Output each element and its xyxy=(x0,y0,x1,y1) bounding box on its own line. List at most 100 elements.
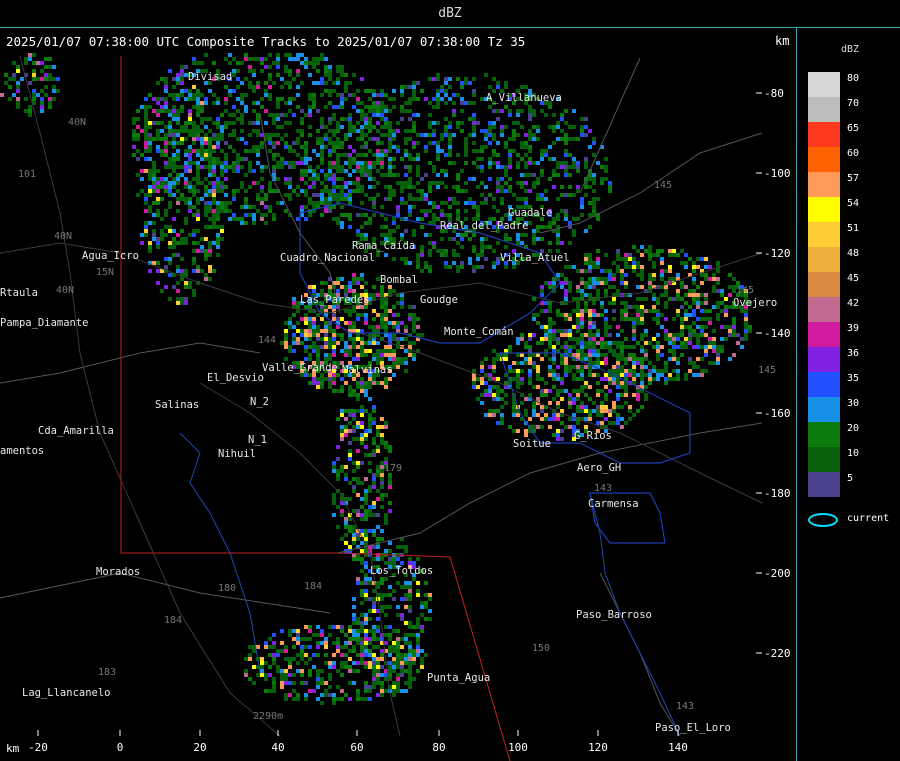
echo-cell xyxy=(156,185,160,189)
echo-cell xyxy=(688,257,692,261)
echo-cell xyxy=(168,121,172,125)
echo-cell xyxy=(564,365,568,369)
echo-cell xyxy=(580,281,584,285)
echo-cell xyxy=(412,141,416,145)
echo-cell xyxy=(744,321,748,325)
echo-cell xyxy=(188,181,192,185)
echo-cell xyxy=(576,369,580,373)
echo-cell xyxy=(328,201,332,205)
echo-cell xyxy=(304,65,308,69)
echo-cell xyxy=(148,269,152,273)
echo-cell xyxy=(356,233,360,237)
echo-cell xyxy=(340,277,344,281)
echo-cell xyxy=(252,73,256,77)
echo-cell xyxy=(156,201,160,205)
echo-cell xyxy=(424,149,428,153)
echo-cell xyxy=(580,129,584,133)
echo-cell xyxy=(148,177,152,181)
echo-cell xyxy=(360,345,364,349)
echo-cell xyxy=(576,189,580,193)
echo-cell xyxy=(228,217,232,221)
echo-cell xyxy=(368,385,372,389)
echo-cell xyxy=(460,245,464,249)
echo-cell xyxy=(356,409,360,413)
echo-cell xyxy=(176,297,180,301)
echo-cell xyxy=(572,345,576,349)
echo-cell xyxy=(360,285,364,289)
echo-cell xyxy=(576,325,580,329)
echo-cell xyxy=(652,253,656,257)
echo-cell xyxy=(220,229,224,233)
echo-cell xyxy=(364,173,368,177)
radar-map[interactable]: DivisadA_VillanuevaGuadaleAgua_IcroRtaul… xyxy=(0,53,797,761)
echo-cell xyxy=(388,377,392,381)
echo-cell xyxy=(288,185,292,189)
echo-cell xyxy=(504,357,508,361)
echo-cell xyxy=(616,361,620,365)
echo-cell xyxy=(428,241,432,245)
echo-cell xyxy=(144,201,148,205)
echo-cell xyxy=(240,97,244,101)
echo-cell xyxy=(464,161,468,165)
echo-cell xyxy=(256,85,260,89)
echo-cell xyxy=(628,317,632,321)
echo-cell xyxy=(588,321,592,325)
echo-cell xyxy=(548,365,552,369)
echo-cell xyxy=(388,141,392,145)
echo-cell xyxy=(200,117,204,121)
echo-cell xyxy=(208,205,212,209)
echo-cell xyxy=(196,173,200,177)
echo-cell xyxy=(180,297,184,301)
echo-cell xyxy=(348,217,352,221)
echo-cell xyxy=(564,293,568,297)
echo-cell xyxy=(472,381,476,385)
unit-label-top: km xyxy=(775,34,790,48)
echo-cell xyxy=(376,109,380,113)
echo-cell xyxy=(188,205,192,209)
echo-cell xyxy=(732,317,736,321)
echo-cell xyxy=(624,273,628,277)
echo-cell xyxy=(688,289,692,293)
echo-cell xyxy=(172,169,176,173)
echo-cell xyxy=(700,373,704,377)
echo-cell xyxy=(344,137,348,141)
echo-cell xyxy=(656,317,660,321)
echo-cell xyxy=(336,81,340,85)
echo-cell xyxy=(576,161,580,165)
echo-cell xyxy=(396,173,400,177)
echo-cell xyxy=(648,377,652,381)
echo-cell xyxy=(132,121,136,125)
echo-cell xyxy=(272,61,276,65)
echo-cell xyxy=(180,257,184,261)
echo-cell xyxy=(484,373,488,377)
echo-cell xyxy=(164,89,168,93)
echo-cell xyxy=(676,369,680,373)
echo-cell xyxy=(592,349,596,353)
echo-cell xyxy=(216,117,220,121)
echo-cell xyxy=(220,165,224,169)
echo-cell xyxy=(176,233,180,237)
echo-cell xyxy=(220,189,224,193)
echo-cell xyxy=(164,109,168,113)
echo-cell xyxy=(564,213,568,217)
echo-cell xyxy=(468,101,472,105)
echo-cell xyxy=(712,305,716,309)
echo-cell xyxy=(196,161,200,165)
echo-cell xyxy=(408,117,412,121)
echo-cell xyxy=(396,365,400,369)
echo-cell xyxy=(504,145,508,149)
echo-cell xyxy=(384,153,388,157)
echo-cell xyxy=(296,309,300,313)
echo-cell xyxy=(456,201,460,205)
echo-cell xyxy=(276,117,280,121)
echo-cell xyxy=(388,345,392,349)
echo-cell xyxy=(236,97,240,101)
echo-cell xyxy=(500,389,504,393)
echo-cell xyxy=(188,165,192,169)
echo-cell xyxy=(536,341,540,345)
echo-cell xyxy=(280,97,284,101)
echo-cell xyxy=(484,245,488,249)
echo-cell xyxy=(400,109,404,113)
echo-cell xyxy=(480,129,484,133)
echo-cell xyxy=(524,181,528,185)
